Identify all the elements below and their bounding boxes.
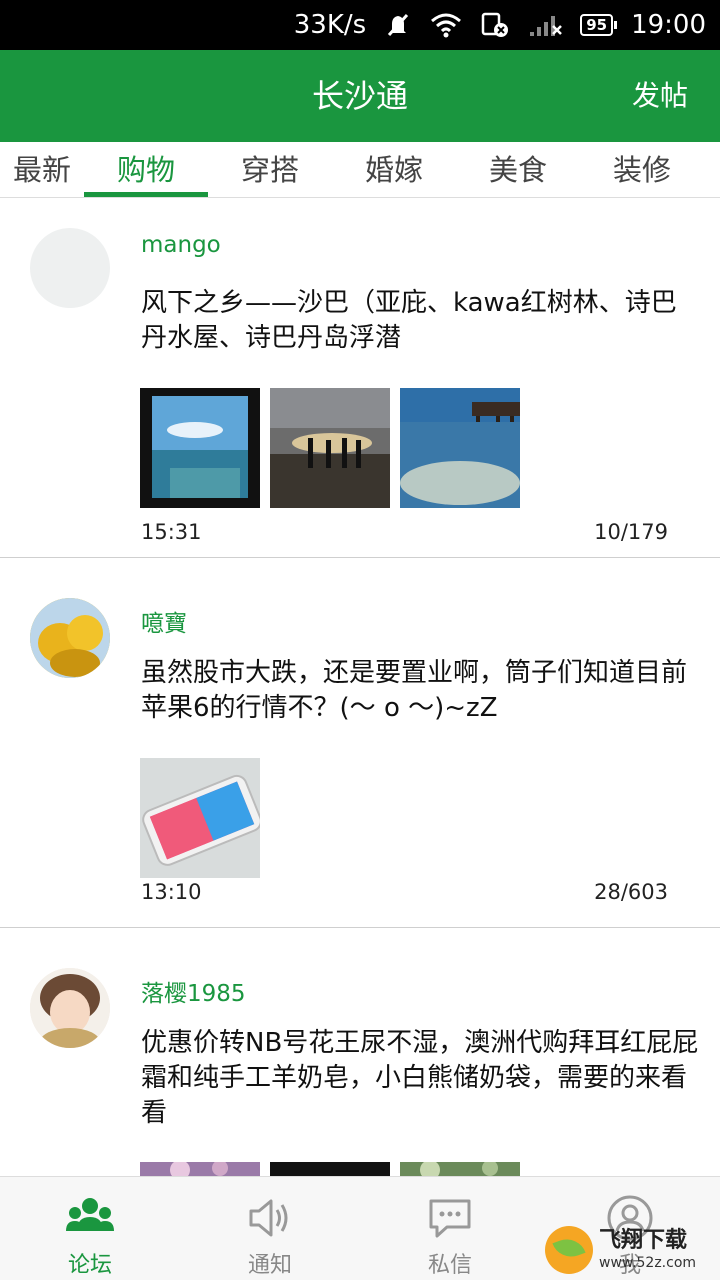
nav-forum[interactable]: 论坛 [0,1177,180,1280]
watermark-url: www.52z.com [599,1255,697,1271]
post-images [140,1162,530,1176]
watermark-name: 飞翔下载 [599,1228,688,1253]
mute-icon [384,11,412,39]
status-bar: 33K/s 95 19:00 [0,0,720,50]
post-item[interactable]: mango 风下之乡——沙巴（亚庇、kawa红树林、诗巴丹水屋、诗巴丹岛浮潜 1… [0,198,720,558]
post-images [140,758,270,878]
post-time: 13:10 [141,880,202,904]
people-icon [66,1198,114,1231]
post-author[interactable]: 落樱1985 [141,974,246,1008]
tab-food[interactable]: 美食 [456,142,580,197]
watermark: 飞翔下载 www.52z.com [545,1222,715,1278]
wifi-icon [430,12,462,38]
signal-icon [528,12,563,38]
nav-label: 私信 [427,1253,472,1278]
avatar[interactable] [30,968,110,1048]
post-image[interactable] [400,1162,520,1176]
category-tabs: 最新 购物 穿搭 婚嫁 美食 装修 [0,142,720,198]
post-image[interactable] [270,388,390,508]
tab-shopping[interactable]: 购物 [84,142,208,197]
speaker-icon [249,1199,288,1237]
post-stats: 10/179 [594,520,668,544]
watermark-logo-icon [545,1226,593,1274]
post-image[interactable] [140,758,260,878]
battery-level: 95 [580,14,617,36]
clock: 19:00 [631,10,706,40]
tab-fashion[interactable]: 穿搭 [208,142,332,197]
post-content[interactable]: 虽然股市大跌，还是要置业啊，筒子们知道目前苹果6的行情不？(～ o ～)~zZ [141,656,701,726]
post-item[interactable]: 落樱1985 优惠价转NB号花王尿不湿，澳洲代购拜耳红屁屁霜和纯手工羊奶皂，小白… [0,928,720,1176]
avatar[interactable] [30,598,110,678]
post-image[interactable] [400,388,520,508]
post-images [140,388,530,508]
post-item[interactable]: 噫寶 虽然股市大跌，还是要置业啊，筒子们知道目前苹果6的行情不？(～ o ～)~… [0,558,720,928]
post-author[interactable]: 噫寶 [141,604,187,638]
sim-icon [480,11,510,39]
chat-icon [429,1199,471,1238]
post-stats: 28/603 [594,880,668,904]
avatar[interactable] [30,228,110,308]
post-time: 15:31 [141,520,202,544]
post-image[interactable] [270,1162,390,1176]
network-speed: 33K/s [293,10,367,40]
nav-label: 通知 [247,1253,292,1278]
post-content[interactable]: 优惠价转NB号花王尿不湿，澳洲代购拜耳红屁屁霜和纯手工羊奶皂，小白熊储奶袋，需要… [141,1026,701,1131]
nav-notifications[interactable]: 通知 [180,1177,360,1280]
post-feed[interactable]: mango 风下之乡——沙巴（亚庇、kawa红树林、诗巴丹水屋、诗巴丹岛浮潜 1… [0,198,720,1176]
new-post-button[interactable]: 发帖 [632,50,688,142]
tab-latest[interactable]: 最新 [0,142,84,197]
post-image[interactable] [140,1162,260,1176]
tab-wedding[interactable]: 婚嫁 [332,142,456,197]
nav-label: 论坛 [67,1253,112,1278]
tab-decoration[interactable]: 装修 [580,142,704,197]
post-content[interactable]: 风下之乡——沙巴（亚庇、kawa红树林、诗巴丹水屋、诗巴丹岛浮潜 [141,286,701,356]
app-title: 长沙通 [311,77,408,115]
app-bar: 长沙通 发帖 [0,50,720,142]
post-image[interactable] [140,388,260,508]
nav-messages[interactable]: 私信 [360,1177,540,1280]
post-author[interactable]: mango [141,232,221,258]
